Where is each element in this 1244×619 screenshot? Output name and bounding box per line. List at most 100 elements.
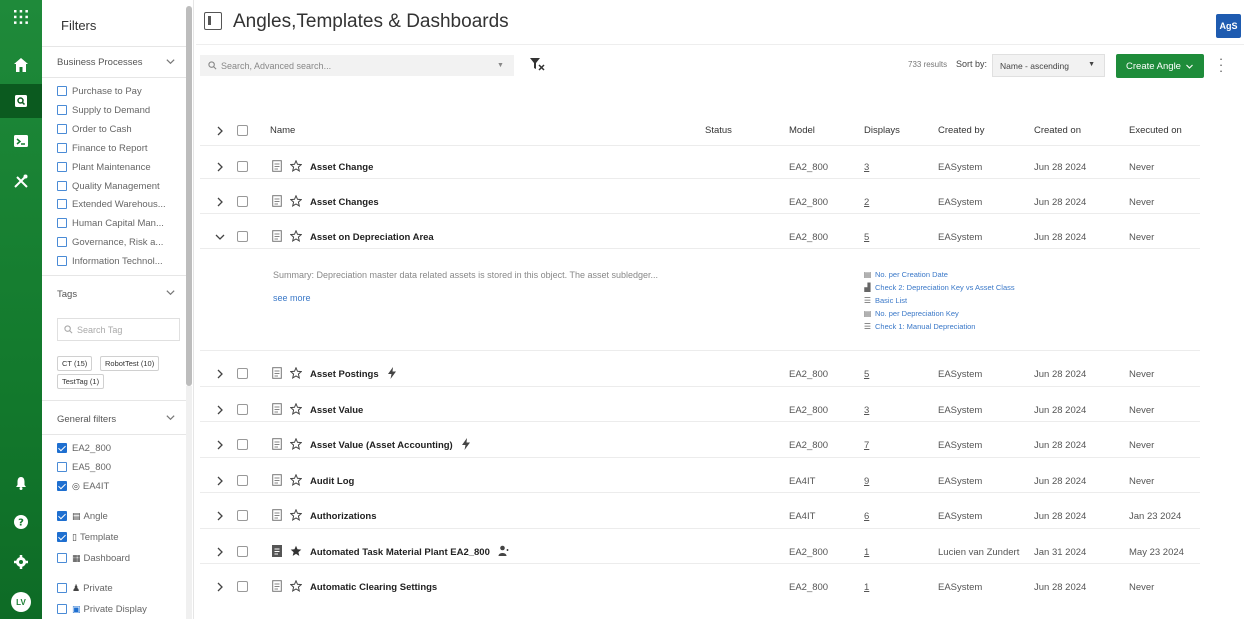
- checkbox[interactable]: [57, 162, 67, 172]
- chevron-down-icon[interactable]: [165, 287, 176, 301]
- row-displays-link[interactable]: 6: [864, 511, 869, 522]
- row-checkbox[interactable]: [237, 581, 248, 592]
- expand-row-icon[interactable]: [215, 547, 225, 557]
- tools-button[interactable]: [0, 164, 42, 198]
- filter-plant-maintenance[interactable]: Plant Maintenance: [57, 160, 151, 174]
- filter-type-dashboard[interactable]: ▦ Dashboard: [57, 551, 130, 565]
- select-all-checkbox[interactable]: [237, 125, 248, 136]
- display-link[interactable]: ☰ Basic List: [863, 296, 907, 305]
- checkbox[interactable]: [57, 237, 67, 247]
- row-checkbox[interactable]: [237, 404, 248, 415]
- row-name[interactable]: Asset on Depreciation Area: [310, 232, 434, 243]
- checkbox[interactable]: [57, 143, 67, 153]
- column-header-created-by[interactable]: Created by: [938, 125, 984, 136]
- star-icon[interactable]: [289, 229, 303, 242]
- expand-row-icon[interactable]: [215, 582, 225, 592]
- general-filters-header[interactable]: General filters: [57, 414, 116, 425]
- tag-chip-testtag[interactable]: TestTag (1): [57, 374, 105, 389]
- expand-row-icon[interactable]: [215, 440, 225, 450]
- filter-human-capital[interactable]: Human Capital Man...: [57, 216, 164, 230]
- star-icon[interactable]: [289, 159, 303, 172]
- panel-toggle-icon[interactable]: [204, 12, 222, 30]
- column-header-model[interactable]: Model: [789, 125, 815, 136]
- row-name[interactable]: Authorizations: [310, 511, 377, 522]
- checkbox[interactable]: [57, 256, 67, 266]
- column-header-displays[interactable]: Displays: [864, 125, 900, 136]
- expand-row-icon[interactable]: [215, 369, 225, 379]
- tags-header[interactable]: Tags: [57, 289, 77, 300]
- filter-supply-to-demand[interactable]: Supply to Demand: [57, 103, 150, 117]
- create-angle-button[interactable]: Create Angle: [1116, 54, 1204, 78]
- star-icon[interactable]: [289, 437, 303, 450]
- row-name[interactable]: Asset Value: [310, 405, 363, 416]
- help-button[interactable]: ?: [0, 505, 42, 539]
- checkbox-checked[interactable]: [57, 532, 67, 542]
- home-button[interactable]: [0, 48, 42, 82]
- profile-button[interactable]: LV: [0, 585, 42, 619]
- filter-private[interactable]: ♟ Private: [57, 581, 113, 595]
- filter-type-template[interactable]: ▯ Template: [57, 530, 119, 544]
- row-name[interactable]: Automatic Clearing Settings: [310, 582, 437, 593]
- sort-select[interactable]: Name - ascending ▼: [992, 54, 1105, 77]
- checkbox-checked[interactable]: [57, 511, 67, 521]
- filter-extended-warehouse[interactable]: Extended Warehous...: [57, 197, 166, 211]
- filter-purchase-to-pay[interactable]: Purchase to Pay: [57, 84, 142, 98]
- chevron-down-icon[interactable]: [165, 412, 176, 426]
- column-header-name[interactable]: Name: [270, 125, 295, 136]
- filters-scrollbar[interactable]: [186, 6, 192, 386]
- row-checkbox[interactable]: [237, 231, 248, 242]
- expand-row-icon[interactable]: [215, 476, 225, 486]
- row-checkbox[interactable]: [237, 161, 248, 172]
- expand-all-icon[interactable]: [215, 126, 225, 136]
- apps-grid-button[interactable]: [0, 0, 42, 34]
- checkbox-checked[interactable]: [57, 481, 67, 491]
- row-name[interactable]: Asset Value (Asset Accounting): [310, 440, 453, 451]
- checkbox[interactable]: [57, 124, 67, 134]
- row-name[interactable]: Automated Task Material Plant EA2_800: [310, 547, 490, 558]
- filter-quality-management[interactable]: Quality Management: [57, 179, 160, 193]
- display-link[interactable]: ▤ No. per Creation Date: [863, 270, 948, 279]
- star-icon[interactable]: [289, 194, 303, 207]
- row-displays-link[interactable]: 9: [864, 476, 869, 487]
- filter-private-display[interactable]: ▣ Private Display: [57, 602, 147, 616]
- display-link[interactable]: ☰ Check 1: Manual Depreciation: [863, 322, 976, 331]
- checkbox[interactable]: [57, 86, 67, 96]
- row-displays-link[interactable]: 5: [864, 232, 869, 243]
- row-displays-link[interactable]: 3: [864, 405, 869, 416]
- tag-chip-robottest[interactable]: RobotTest (10): [100, 356, 160, 371]
- expand-row-icon[interactable]: [215, 405, 225, 415]
- search-input[interactable]: Search, Advanced search...: [200, 55, 514, 76]
- row-displays-link[interactable]: 2: [864, 197, 869, 208]
- star-icon[interactable]: [289, 473, 303, 486]
- filter-information-technology[interactable]: Information Technol...: [57, 254, 163, 268]
- checkbox[interactable]: [57, 199, 67, 209]
- row-checkbox[interactable]: [237, 368, 248, 379]
- row-name[interactable]: Audit Log: [310, 476, 354, 487]
- row-checkbox[interactable]: [237, 546, 248, 557]
- row-displays-link[interactable]: 3: [864, 162, 869, 173]
- star-icon[interactable]: [289, 402, 303, 415]
- checkbox[interactable]: [57, 553, 67, 563]
- expand-row-icon[interactable]: [215, 162, 225, 172]
- display-link[interactable]: ▤ No. per Depreciation Key: [863, 309, 959, 318]
- user-badge[interactable]: AgS: [1216, 14, 1241, 38]
- row-displays-link[interactable]: 1: [864, 582, 869, 593]
- filters-scrollbar-track[interactable]: [186, 386, 192, 619]
- row-name[interactable]: Asset Change: [310, 162, 373, 173]
- see-more-link[interactable]: see more: [273, 293, 311, 303]
- checkbox[interactable]: [57, 604, 67, 614]
- checkbox[interactable]: [57, 218, 67, 228]
- row-checkbox[interactable]: [237, 196, 248, 207]
- row-checkbox[interactable]: [237, 510, 248, 521]
- console-button[interactable]: [0, 124, 42, 158]
- chevron-down-icon[interactable]: ▼: [497, 62, 504, 69]
- collapse-row-icon[interactable]: [215, 232, 225, 242]
- display-link[interactable]: ▟ Check 2: Depreciation Key vs Asset Clas…: [863, 283, 1014, 292]
- star-filled-icon[interactable]: [290, 545, 302, 557]
- column-header-status[interactable]: Status: [705, 125, 732, 136]
- filter-order-to-cash[interactable]: Order to Cash: [57, 122, 132, 136]
- star-icon[interactable]: [289, 579, 303, 592]
- star-icon[interactable]: [289, 366, 303, 379]
- row-checkbox[interactable]: [237, 475, 248, 486]
- checkbox[interactable]: [57, 105, 67, 115]
